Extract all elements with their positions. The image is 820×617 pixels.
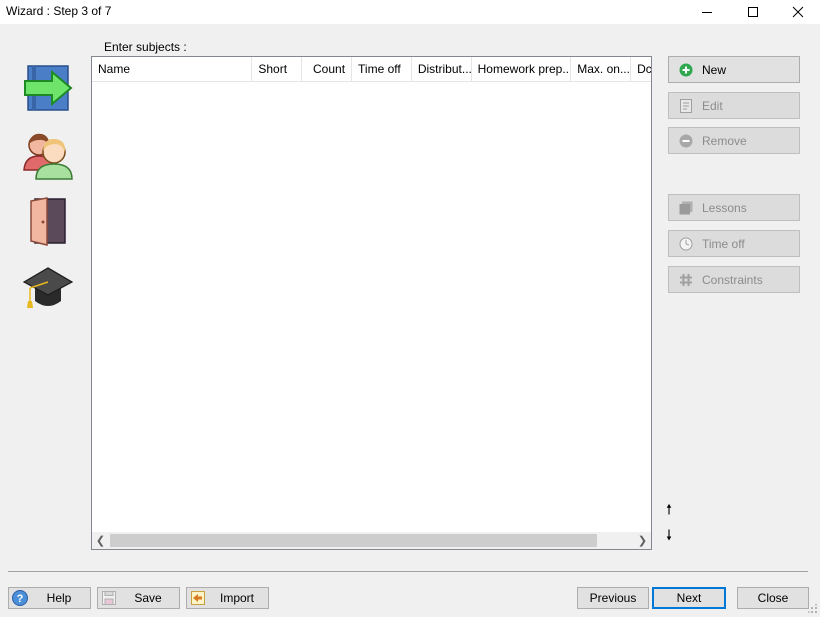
subjects-grid[interactable]: Name Short Count Time off Distribut... H…: [91, 56, 652, 550]
add-icon: [678, 62, 694, 78]
scroll-right-icon[interactable]: ❯: [634, 532, 651, 549]
rooms-door-icon: [22, 196, 74, 246]
next-button-label: Next: [676, 591, 702, 605]
help-button[interactable]: ? Help: [8, 587, 91, 609]
column-header-homework-prep[interactable]: Homework prep...: [472, 57, 572, 81]
next-button[interactable]: Next: [652, 587, 726, 609]
minimize-icon: [702, 12, 712, 13]
move-down-arrow-icon[interactable]: 🠗: [662, 527, 676, 545]
column-header-max-on[interactable]: Max. on...: [571, 57, 632, 81]
column-header-time-off[interactable]: Time off: [352, 57, 412, 81]
edit-document-icon: [678, 98, 694, 114]
scrollbar-thumb[interactable]: [110, 534, 597, 547]
move-up-arrow-icon[interactable]: 🠕: [662, 501, 676, 519]
clock-icon: [678, 236, 694, 252]
help-icon: ?: [12, 590, 28, 606]
time-off-button-label: Time off: [702, 236, 745, 251]
column-header-count[interactable]: Count: [302, 57, 353, 81]
teachers-icon: [22, 130, 74, 180]
scroll-left-icon[interactable]: ❮: [92, 532, 109, 549]
close-button-label: Close: [757, 591, 789, 605]
column-header-short[interactable]: Short: [252, 57, 303, 81]
next-step-arrow-icon: [22, 64, 74, 112]
resize-grip-icon[interactable]: [808, 603, 818, 613]
hash-constraints-icon: [678, 272, 694, 288]
column-header-name[interactable]: Name: [92, 57, 253, 81]
lessons-icon: [678, 200, 694, 216]
remove-button-label: Remove: [702, 133, 747, 148]
constraints-button[interactable]: Constraints: [668, 266, 800, 293]
import-button-label: Import: [219, 591, 254, 605]
grid-header: Name Short Count Time off Distribut... H…: [92, 57, 651, 82]
previous-button[interactable]: Previous: [577, 587, 649, 609]
new-button-label: New: [702, 62, 727, 77]
import-button[interactable]: Import: [186, 587, 269, 609]
remove-button[interactable]: Remove: [668, 127, 800, 154]
close-icon: [792, 6, 804, 18]
time-off-button[interactable]: Time off: [668, 230, 800, 257]
save-button[interactable]: Save: [97, 587, 180, 609]
title-bar: Wizard : Step 3 of 7: [0, 0, 820, 24]
maximize-button[interactable]: [730, 0, 776, 24]
remove-icon: [678, 133, 694, 149]
horizontal-scrollbar[interactable]: ❮ ❯: [92, 532, 651, 549]
footer-separator: [8, 571, 808, 572]
edit-button-label: Edit: [702, 98, 723, 113]
subjects-grid-label: Enter subjects :: [104, 40, 187, 54]
minimize-button[interactable]: [684, 0, 730, 24]
edit-button[interactable]: Edit: [668, 92, 800, 119]
save-icon: [101, 590, 117, 606]
column-header-distribution[interactable]: Distribut...: [412, 57, 472, 81]
lessons-button-label: Lessons: [702, 200, 747, 215]
subjects-graduation-cap-icon: [22, 263, 74, 311]
close-window-button[interactable]: [775, 0, 820, 24]
lessons-button[interactable]: Lessons: [668, 194, 800, 221]
save-button-label: Save: [134, 591, 162, 605]
import-icon: [190, 590, 206, 606]
maximize-icon: [748, 7, 758, 17]
help-button-label: Help: [46, 591, 72, 605]
close-button[interactable]: Close: [737, 587, 809, 609]
previous-button-label: Previous: [589, 591, 637, 605]
window-title: Wizard : Step 3 of 7: [6, 4, 112, 18]
svg-text:?: ?: [17, 593, 24, 605]
constraints-button-label: Constraints: [702, 272, 763, 287]
new-button[interactable]: New: [668, 56, 800, 83]
column-header-dc[interactable]: Dc: [631, 57, 651, 81]
